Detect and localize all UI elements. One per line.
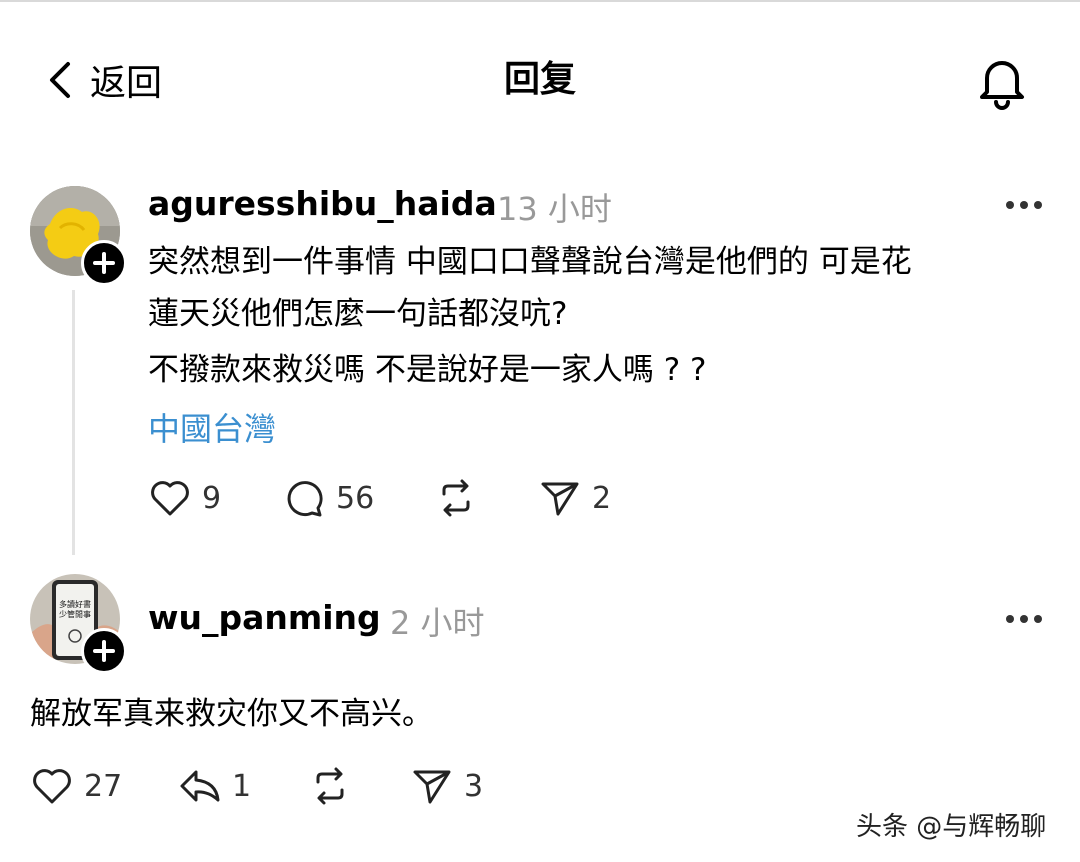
like-button[interactable]: 9 bbox=[148, 476, 221, 520]
comment-count: 56 bbox=[336, 480, 375, 516]
repost-button[interactable] bbox=[308, 764, 352, 808]
page-title: 回复 bbox=[503, 59, 576, 100]
post-time: 13 小时 bbox=[497, 190, 612, 228]
username[interactable]: aguresshibu_haida bbox=[148, 184, 497, 223]
send-icon bbox=[541, 482, 579, 516]
thread-line bbox=[72, 290, 75, 555]
post-text-line: 蓮天災他們怎麼一句話都沒吭? bbox=[148, 296, 568, 332]
send-icon bbox=[413, 770, 451, 804]
post-text: 解放军真来救灾你又不高兴。 bbox=[30, 696, 433, 732]
follow-button[interactable] bbox=[81, 240, 127, 286]
like-count: 27 bbox=[84, 768, 123, 804]
topic-tag[interactable]: 中國台灣 bbox=[148, 404, 276, 450]
plus-icon bbox=[93, 252, 115, 274]
heart-icon bbox=[33, 769, 71, 804]
share-count: 2 bbox=[592, 480, 612, 516]
more-options-icon[interactable] bbox=[1004, 612, 1044, 626]
follow-button[interactable] bbox=[81, 628, 127, 674]
post-text-line: 突然想到一件事情 中國口口聲聲說台灣是他們的 可是花 bbox=[148, 244, 912, 280]
watermark: 头条 @与辉畅聊 bbox=[856, 812, 1047, 842]
heart-icon bbox=[151, 481, 189, 516]
more-options-icon[interactable] bbox=[1004, 198, 1044, 212]
comment-icon bbox=[287, 481, 323, 517]
share-count: 3 bbox=[464, 768, 484, 804]
repost-icon bbox=[316, 767, 344, 805]
share-button[interactable]: 2 bbox=[538, 476, 611, 520]
share-button[interactable]: 3 bbox=[410, 764, 483, 808]
post-text-line: 不撥款來救災嗎 不是說好是一家人嗎 ? ? bbox=[148, 352, 707, 388]
avatar-text: 多讀好書 bbox=[59, 600, 91, 609]
repost-button[interactable] bbox=[434, 476, 478, 520]
reply-icon bbox=[180, 770, 220, 802]
top-bar: 返回 回复 bbox=[0, 0, 1080, 160]
reply-button[interactable]: 1 bbox=[178, 764, 251, 808]
comment-button[interactable]: 56 bbox=[282, 476, 374, 520]
post-time: 2 小时 bbox=[390, 604, 485, 642]
bell-icon[interactable] bbox=[972, 50, 1032, 110]
plus-icon bbox=[93, 640, 115, 662]
avatar-text: 少管閒事 bbox=[59, 610, 91, 619]
like-count: 9 bbox=[202, 480, 222, 516]
repost-icon bbox=[442, 479, 470, 517]
reply-count: 1 bbox=[232, 768, 252, 804]
like-button[interactable]: 27 bbox=[30, 764, 122, 808]
username[interactable]: wu_panming bbox=[148, 598, 381, 637]
